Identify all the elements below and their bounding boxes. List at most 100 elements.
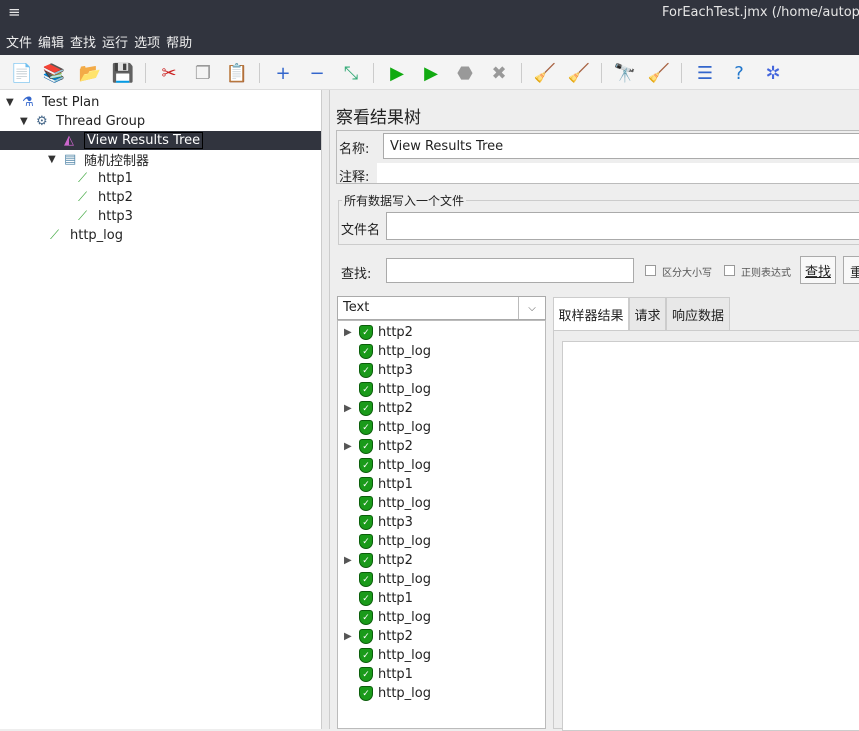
split-pane-divider[interactable] [322, 90, 330, 729]
copy-icon[interactable]: ❐ [191, 61, 215, 85]
chevron-down-icon[interactable]: ⌵ [518, 297, 545, 319]
result-label: http_log [378, 420, 432, 435]
remote-icon[interactable]: ✲ [761, 61, 785, 85]
result-item[interactable]: ✓ http1 [344, 475, 413, 494]
expand-arrow-icon[interactable]: ▶ [344, 555, 354, 566]
tab-sampler-result[interactable]: 取样器结果 [553, 297, 629, 330]
window-menu-icon[interactable]: ≡ [8, 3, 21, 21]
result-item[interactable]: ▶ ✓ http2 [344, 399, 413, 418]
name-input[interactable]: View Results Tree [383, 133, 859, 159]
file-group-title: 所有数据写入一个文件 [342, 192, 467, 209]
result-item[interactable]: ✓ http_log [344, 684, 431, 703]
tree-item[interactable]: ⟋ http3 [62, 207, 133, 226]
result-item[interactable]: ✓ http_log [344, 494, 431, 513]
flask-icon: ⚗ [22, 95, 34, 110]
result-item[interactable]: ▶ ✓ http2 [344, 627, 413, 646]
success-shield-icon: ✓ [359, 420, 373, 435]
renderer-value: Text [343, 300, 370, 315]
result-item[interactable]: ✓ http1 [344, 665, 413, 684]
menu-run[interactable]: 运行 [102, 32, 128, 51]
start-no-pause-icon[interactable]: ▶ [419, 61, 443, 85]
menu-search[interactable]: 查找 [70, 32, 96, 51]
reset-button[interactable]: 重 [843, 256, 859, 284]
title-bar: ≡ ForEachTest.jmx (/home/autoph [0, 0, 859, 28]
function-helper-icon[interactable]: ☰ [693, 61, 717, 85]
result-item[interactable]: ✓ http_log [344, 380, 431, 399]
result-label: http2 [378, 629, 413, 644]
success-shield-icon: ✓ [359, 553, 373, 568]
result-item[interactable]: ▶ ✓ http2 [344, 437, 413, 456]
filename-input[interactable] [386, 212, 859, 240]
renderer-select[interactable]: Text ⌵ [337, 296, 546, 320]
menu-options[interactable]: 选项 [134, 32, 160, 51]
cut-icon[interactable]: ✂ [157, 61, 181, 85]
result-item[interactable]: ▶ ✓ http2 [344, 551, 413, 570]
help-icon[interactable]: ? [727, 61, 751, 85]
new-icon[interactable]: 📄 [10, 61, 34, 85]
result-item[interactable]: ✓ http3 [344, 361, 413, 380]
tree-item[interactable]: ▼ ▤ 随机控制器 [48, 150, 149, 169]
tree-item[interactable]: ⟋ http2 [62, 188, 133, 207]
menu-help[interactable]: 帮助 [166, 32, 192, 51]
gear-icon: ⚙ [36, 114, 48, 129]
expand-arrow-icon[interactable]: ▶ [344, 327, 354, 338]
reset-search-broom-icon[interactable]: 🧹 [647, 61, 671, 85]
search-binoculars-icon[interactable]: 🔭 [613, 61, 637, 85]
success-shield-icon: ✓ [359, 648, 373, 663]
tree-item[interactable]: ▼ ⚗ Test Plan [6, 93, 99, 112]
result-item[interactable]: ✓ http_log [344, 532, 431, 551]
result-item[interactable]: ✓ http_log [344, 342, 431, 361]
case-sensitive-checkbox[interactable] [645, 265, 656, 276]
templates-icon[interactable]: 📚 [42, 61, 66, 85]
tree-item[interactable]: ⟋ http1 [62, 169, 133, 188]
toggle-icon[interactable]: ⤡ [339, 61, 363, 85]
collapse-icon[interactable]: − [305, 61, 329, 85]
find-button[interactable]: 查找 [800, 256, 836, 284]
comment-input[interactable] [377, 163, 859, 183]
result-label: http2 [378, 401, 413, 416]
menu-bar: 文件 编辑 查找 运行 选项 帮助 [0, 28, 859, 55]
expand-toggle-icon[interactable]: ▼ [20, 116, 32, 127]
clear-all-icon[interactable]: 🧹 [567, 61, 591, 85]
regex-checkbox[interactable] [724, 265, 735, 276]
expand-arrow-icon[interactable]: ▶ [344, 631, 354, 642]
expand-toggle-icon[interactable]: ▼ [48, 154, 60, 165]
result-item[interactable]: ✓ http_log [344, 456, 431, 475]
start-icon[interactable]: ▶ [385, 61, 409, 85]
window-title: ForEachTest.jmx (/home/autoph [662, 5, 859, 20]
tree-item[interactable]: ▼ ⚙ Thread Group [20, 112, 145, 131]
tree-item[interactable]: ◭ View Results Tree [0, 131, 321, 150]
search-input[interactable] [386, 258, 634, 283]
success-shield-icon: ✓ [359, 439, 373, 454]
tree-item-label: http3 [98, 209, 133, 224]
success-shield-icon: ✓ [359, 363, 373, 378]
result-label: http1 [378, 591, 413, 606]
menu-edit[interactable]: 编辑 [38, 32, 64, 51]
open-icon[interactable]: 📂 [78, 61, 102, 85]
result-item[interactable]: ✓ http3 [344, 513, 413, 532]
expand-toggle-icon[interactable]: ▼ [6, 97, 18, 108]
result-item[interactable]: ✓ http_log [344, 570, 431, 589]
result-item[interactable]: ✓ http_log [344, 608, 431, 627]
tab-request[interactable]: 请求 [629, 297, 666, 330]
save-icon[interactable]: 💾 [111, 61, 135, 85]
clear-icon[interactable]: 🧹 [533, 61, 557, 85]
expand-arrow-icon[interactable]: ▶ [344, 441, 354, 452]
tab-response-data[interactable]: 响应数据 [666, 297, 730, 330]
result-label: http2 [378, 325, 413, 340]
expand-icon[interactable]: + [271, 61, 295, 85]
shutdown-icon[interactable]: ✖ [487, 61, 511, 85]
toolbar-separator [259, 63, 260, 83]
tree-item[interactable]: ⟋ http_log [34, 226, 123, 245]
result-label: http_log [378, 496, 432, 511]
toolbar-separator [601, 63, 602, 83]
stop-icon[interactable]: ⬣ [453, 61, 477, 85]
menu-file[interactable]: 文件 [6, 32, 32, 51]
result-item[interactable]: ▶ ✓ http2 [344, 323, 413, 342]
expand-arrow-icon[interactable]: ▶ [344, 403, 354, 414]
result-item[interactable]: ✓ http_log [344, 646, 431, 665]
result-item[interactable]: ✓ http_log [344, 418, 431, 437]
paste-icon[interactable]: 📋 [225, 61, 249, 85]
result-item[interactable]: ✓ http1 [344, 589, 413, 608]
chart-icon: ◭ [64, 133, 74, 148]
